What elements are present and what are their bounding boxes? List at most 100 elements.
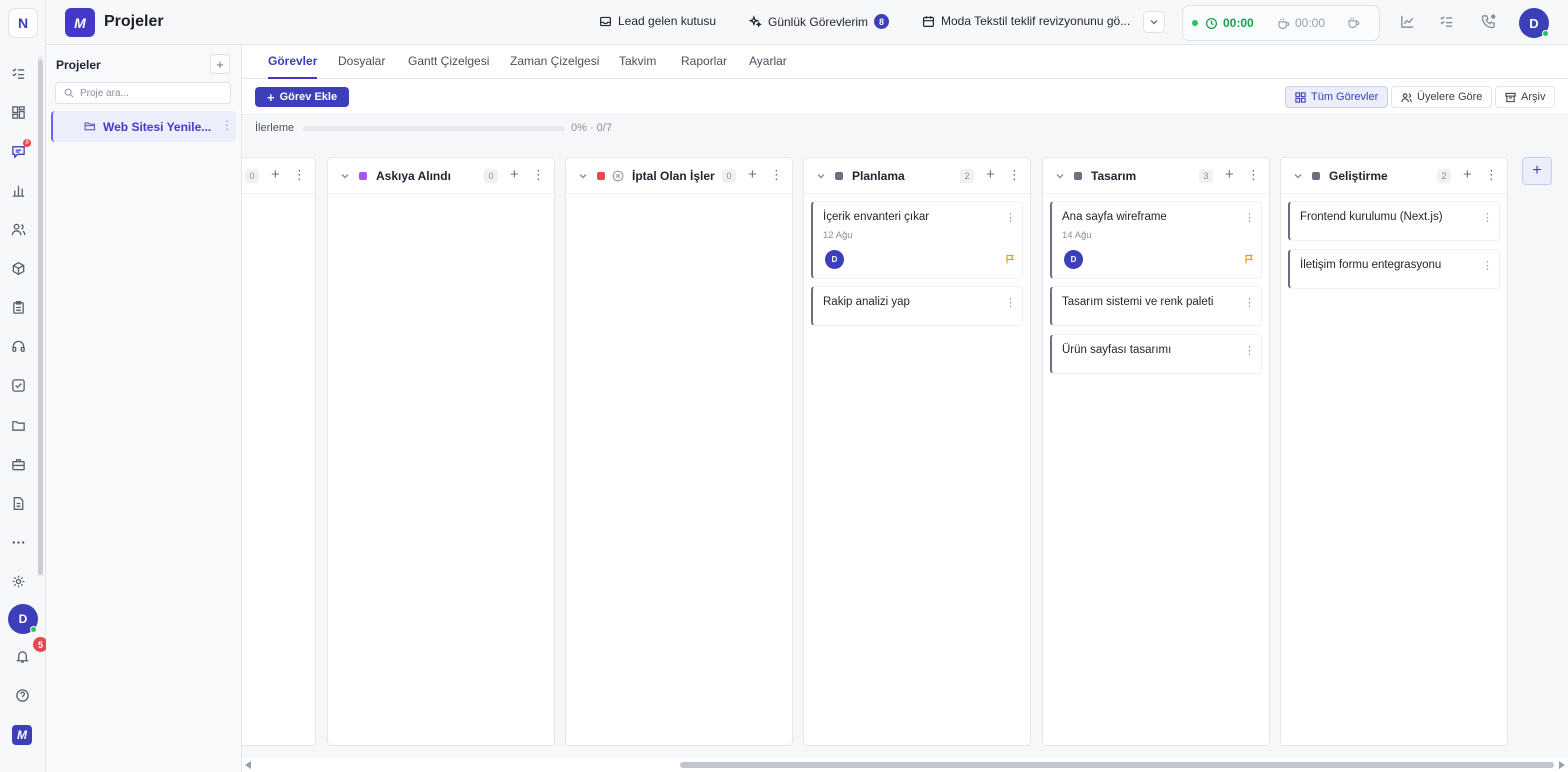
users-icon bbox=[1401, 92, 1412, 102]
meeting-reminder[interactable]: Moda Tekstil teklif revizyonunu gö... bbox=[922, 14, 1130, 28]
view-by-members-button[interactable]: Üyelere Göre bbox=[1391, 86, 1493, 108]
break-toggle-icon[interactable] bbox=[1347, 16, 1360, 32]
task-card[interactable]: Tasarım sistemi ve renk paleti ⋮ bbox=[1050, 286, 1262, 326]
task-card[interactable]: Ana sayfa wireframe 14 Ağu D ⋮ bbox=[1050, 201, 1262, 279]
time-tracker[interactable]: 00:00 00:00 bbox=[1182, 5, 1380, 41]
column-more-icon[interactable]: ⋮ bbox=[1485, 167, 1498, 183]
tab-tasks[interactable]: Görevler bbox=[268, 54, 318, 79]
card-more-icon[interactable]: ⋮ bbox=[1244, 211, 1255, 224]
task-card[interactable]: Rakip analizi yap ⋮ bbox=[811, 286, 1023, 326]
chevron-down-icon[interactable] bbox=[578, 170, 588, 180]
document-icon[interactable] bbox=[9, 494, 27, 512]
task-card[interactable]: Frontend kurulumu (Next.js) ⋮ bbox=[1288, 201, 1500, 241]
project-search-input[interactable] bbox=[80, 87, 220, 99]
view-all-tasks-button[interactable]: Tüm Görevler bbox=[1285, 86, 1389, 108]
rail-scrollbar-thumb[interactable] bbox=[38, 60, 43, 575]
users-icon[interactable] bbox=[9, 220, 27, 238]
column-add-icon[interactable]: + bbox=[510, 166, 519, 183]
task-due-date: 12 Ağu bbox=[823, 230, 853, 241]
workspace-switcher[interactable]: N bbox=[8, 8, 38, 38]
daily-tasks-label: Günlük Görevlerim bbox=[768, 14, 869, 29]
chevron-down-icon[interactable] bbox=[816, 170, 826, 180]
card-more-icon[interactable]: ⋮ bbox=[1482, 259, 1493, 272]
inbox-icon bbox=[600, 16, 611, 26]
chevron-down-icon[interactable] bbox=[1293, 170, 1303, 180]
folder-icon[interactable] bbox=[9, 416, 27, 434]
checklist-icon[interactable] bbox=[1439, 14, 1455, 30]
task-card[interactable]: İçerik envanteri çıkar 12 Ağu D ⋮ bbox=[811, 201, 1023, 279]
task-card[interactable]: Ürün sayfası tasarımı ⋮ bbox=[1050, 334, 1262, 374]
column-header: 0 + ⋮ bbox=[242, 158, 315, 194]
tab-files[interactable]: Dosyalar bbox=[338, 54, 385, 79]
column-more-icon[interactable]: ⋮ bbox=[1247, 167, 1260, 183]
tab-reports[interactable]: Raporlar bbox=[681, 54, 727, 79]
add-project-button[interactable]: + bbox=[210, 54, 230, 74]
tab-calendar[interactable]: Takvim bbox=[619, 54, 656, 79]
work-timer[interactable]: 00:00 bbox=[1205, 16, 1254, 30]
scrollbar-thumb[interactable] bbox=[680, 762, 1554, 768]
tab-settings[interactable]: Ayarlar bbox=[749, 54, 787, 79]
user-avatar[interactable]: D bbox=[8, 604, 38, 634]
column-count: 0 bbox=[722, 169, 736, 183]
column-count: 2 bbox=[1437, 169, 1451, 183]
chart-icon[interactable] bbox=[9, 181, 27, 199]
task-title: Rakip analizi yap bbox=[823, 296, 910, 308]
card-more-icon[interactable]: ⋮ bbox=[1244, 296, 1255, 309]
add-task-button[interactable]: + Görev Ekle bbox=[255, 87, 350, 107]
card-more-icon[interactable]: ⋮ bbox=[1005, 211, 1016, 224]
tab-gantt[interactable]: Gantt Çizelgesi bbox=[408, 54, 489, 79]
clipboard-icon[interactable] bbox=[9, 298, 27, 316]
column-more-icon[interactable]: ⋮ bbox=[532, 167, 545, 183]
checkbox-icon[interactable] bbox=[9, 376, 27, 394]
profile-avatar[interactable]: D bbox=[1519, 8, 1549, 38]
archive-icon bbox=[1505, 92, 1516, 102]
break-timer[interactable]: 00:00 bbox=[1277, 16, 1325, 30]
calendar-icon bbox=[923, 15, 934, 27]
lead-inbox-button[interactable]: Lead gelen kutusu bbox=[599, 14, 716, 28]
assignee-avatar[interactable]: D bbox=[825, 250, 844, 269]
project-item[interactable]: Web Sitesi Yenile... ⋮ bbox=[51, 111, 236, 142]
column-add-icon[interactable]: + bbox=[271, 166, 280, 183]
settings-icon[interactable] bbox=[9, 572, 27, 590]
add-column-button[interactable]: + bbox=[1522, 157, 1552, 185]
project-more-icon[interactable]: ⋮ bbox=[221, 118, 233, 132]
bell-icon[interactable] bbox=[13, 647, 31, 665]
board-toolbar: + Görev Ekle Tüm Görevler Üyelere Göre Ar… bbox=[242, 79, 1568, 115]
chevron-down-icon[interactable] bbox=[1143, 11, 1165, 33]
card-more-icon[interactable]: ⋮ bbox=[1244, 344, 1255, 357]
help-icon[interactable] bbox=[13, 686, 31, 704]
scroll-right-arrow-icon[interactable] bbox=[1559, 761, 1565, 769]
column-add-icon[interactable]: + bbox=[986, 166, 995, 183]
chevron-down-icon[interactable] bbox=[340, 170, 350, 180]
briefcase-icon[interactable] bbox=[9, 455, 27, 473]
column-color-dot bbox=[1312, 172, 1320, 180]
box-icon[interactable] bbox=[9, 259, 27, 277]
task-card[interactable]: İletişim formu entegrasyonu ⋮ bbox=[1288, 249, 1500, 289]
project-search[interactable] bbox=[55, 82, 231, 104]
column-more-icon[interactable]: ⋮ bbox=[293, 167, 306, 183]
card-more-icon[interactable]: ⋮ bbox=[1005, 296, 1016, 309]
column-title: Geliştirme bbox=[1329, 169, 1388, 183]
column-add-icon[interactable]: + bbox=[1463, 166, 1472, 183]
assignee-avatar[interactable]: D bbox=[1064, 250, 1083, 269]
dashboard-icon[interactable] bbox=[9, 103, 27, 121]
plus-icon: + bbox=[267, 89, 275, 105]
scroll-left-arrow-icon[interactable] bbox=[245, 761, 251, 769]
board-horizontal-scrollbar[interactable] bbox=[242, 758, 1568, 772]
card-more-icon[interactable]: ⋮ bbox=[1482, 211, 1493, 224]
column-more-icon[interactable]: ⋮ bbox=[1008, 167, 1021, 183]
column-add-icon[interactable]: + bbox=[1225, 166, 1234, 183]
chevron-down-icon[interactable] bbox=[1055, 170, 1065, 180]
flag-icon[interactable] bbox=[1005, 253, 1015, 264]
analytics-icon[interactable] bbox=[1400, 14, 1416, 30]
headset-icon[interactable] bbox=[9, 337, 27, 355]
daily-tasks-button[interactable]: Günlük Görevlerim 8 bbox=[749, 14, 890, 29]
phone-icon[interactable] bbox=[1481, 14, 1497, 30]
flag-icon[interactable] bbox=[1244, 253, 1254, 264]
archive-button[interactable]: Arşiv bbox=[1495, 86, 1556, 108]
tab-timeline[interactable]: Zaman Çizelgesi bbox=[510, 54, 599, 79]
column-add-icon[interactable]: + bbox=[748, 166, 757, 183]
tasks-icon[interactable] bbox=[9, 64, 27, 82]
more-icon[interactable] bbox=[9, 533, 27, 551]
column-more-icon[interactable]: ⋮ bbox=[770, 167, 783, 183]
